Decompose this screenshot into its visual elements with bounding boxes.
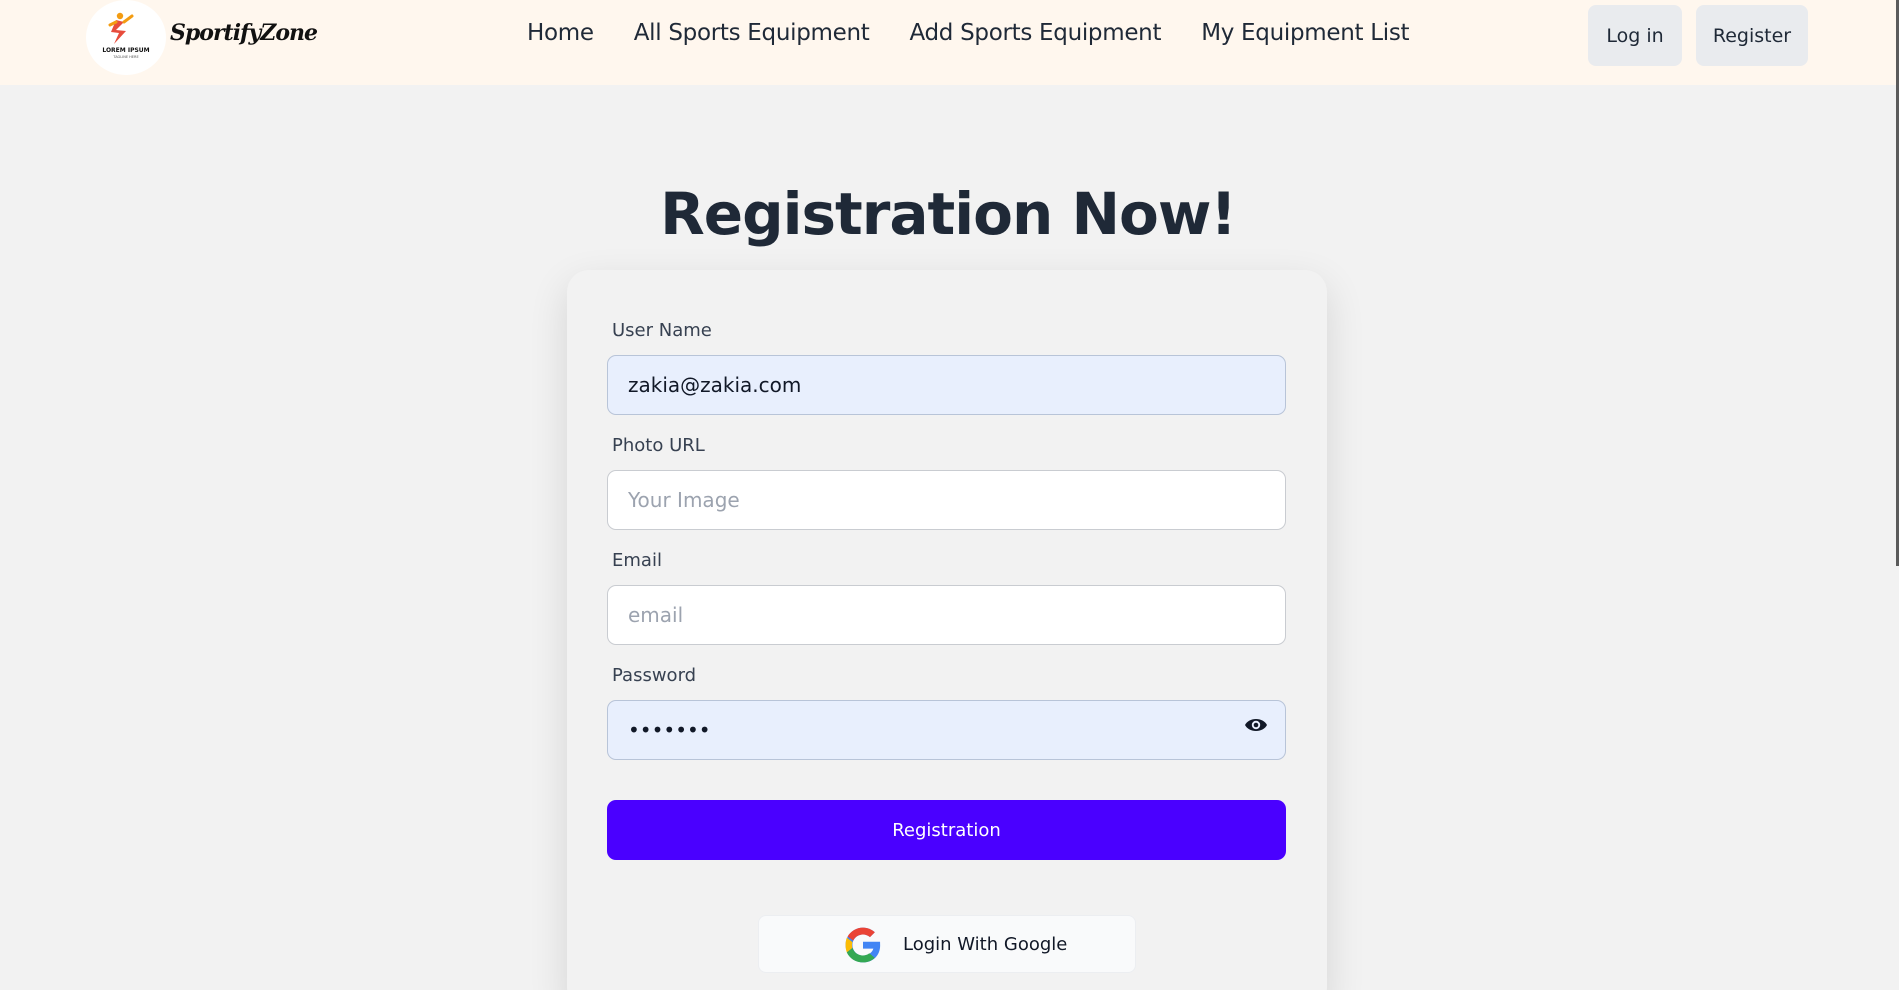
nav-link-my-equipment[interactable]: My Equipment List	[1201, 20, 1409, 46]
nav-link-add-equipment[interactable]: Add Sports Equipment	[909, 20, 1161, 46]
google-login-button[interactable]: Login With Google	[758, 915, 1136, 973]
google-login-label: Login With Google	[903, 934, 1068, 955]
nav-link-home[interactable]: Home	[527, 20, 594, 46]
username-label: User Name	[612, 320, 712, 341]
photo-url-label: Photo URL	[612, 435, 705, 456]
password-input[interactable]	[607, 700, 1286, 760]
email-label: Email	[612, 550, 662, 571]
registration-submit-button[interactable]: Registration	[607, 800, 1286, 860]
register-button[interactable]: Register	[1696, 5, 1808, 66]
eye-icon[interactable]	[1244, 714, 1268, 736]
google-icon	[841, 923, 885, 972]
photo-url-input[interactable]	[607, 470, 1286, 530]
svg-text:LOREM IPSUM: LOREM IPSUM	[102, 47, 149, 54]
email-input[interactable]	[607, 585, 1286, 645]
login-button[interactable]: Log in	[1588, 5, 1682, 66]
main-nav: Home All Sports Equipment Add Sports Equ…	[527, 20, 1410, 46]
site-logo[interactable]: LOREM IPSUM TAGLINE HERE	[86, 0, 166, 75]
navbar: LOREM IPSUM TAGLINE HERE SportifyZone Ho…	[0, 0, 1899, 85]
username-input[interactable]	[607, 355, 1286, 415]
brand-name[interactable]: SportifyZone	[170, 20, 318, 46]
password-label: Password	[612, 665, 697, 686]
nav-link-all-equipment[interactable]: All Sports Equipment	[634, 20, 870, 46]
page-title: Registration Now!	[660, 180, 1237, 248]
svg-text:TAGLINE HERE: TAGLINE HERE	[112, 55, 138, 59]
logo-emblem-icon: LOREM IPSUM TAGLINE HERE	[102, 12, 150, 59]
